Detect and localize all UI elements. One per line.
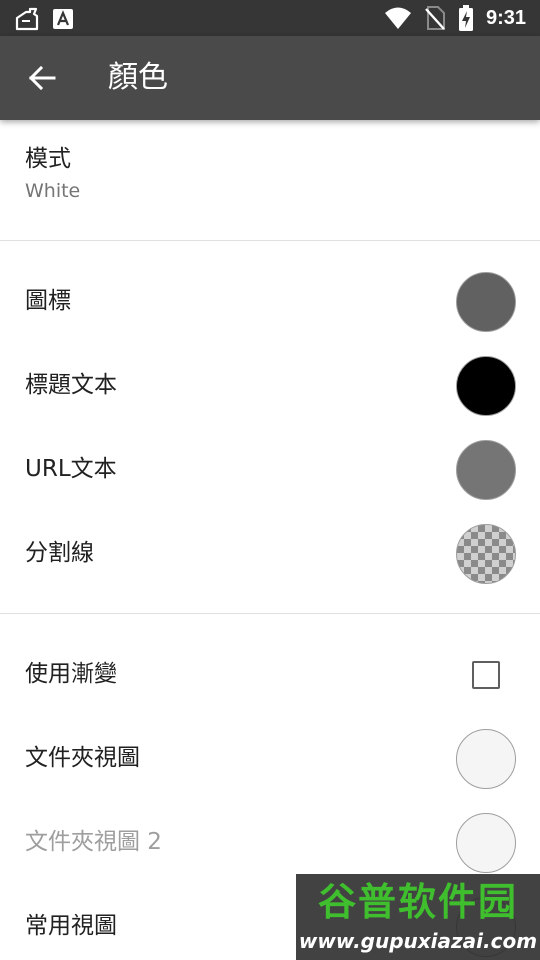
divider-color-setting[interactable]: 分割線 bbox=[0, 511, 540, 595]
folder-view-color-setting[interactable]: 文件夾視圖 bbox=[0, 716, 540, 800]
mode-setting[interactable]: 模式 White bbox=[0, 120, 540, 240]
arrow-left-icon bbox=[28, 65, 56, 91]
divider-color-swatch[interactable] bbox=[456, 524, 516, 584]
watermark-url-text: www.gupuxiazai.com bbox=[298, 929, 538, 953]
title-text-color-setting[interactable]: 標題文本 bbox=[0, 343, 540, 427]
font-a-icon bbox=[53, 9, 73, 29]
url-text-color-swatch[interactable] bbox=[456, 440, 516, 500]
watermark-logo: 谷普软件园 www.gupuxiazai.com bbox=[296, 874, 540, 960]
folder-view-2-color-label: 文件夾視圖 2 bbox=[25, 829, 162, 855]
app-notification-icon bbox=[15, 7, 39, 31]
icon-color-setting[interactable]: 圖標 bbox=[0, 259, 540, 343]
divider-color-label: 分割線 bbox=[25, 540, 94, 566]
battery-charging-icon bbox=[458, 5, 473, 31]
page-title: 顏色 bbox=[108, 60, 168, 95]
status-time: 9:31 bbox=[485, 7, 526, 29]
common-view-color-label: 常用視圖 bbox=[25, 913, 117, 939]
folder-view-color-label: 文件夾視圖 bbox=[25, 745, 140, 771]
app-bar: 顏色 bbox=[0, 36, 540, 120]
mode-label: 模式 bbox=[25, 146, 71, 172]
status-right-icons: 9:31 bbox=[384, 4, 526, 32]
url-text-color-label: URL文本 bbox=[25, 456, 117, 482]
url-text-color-setting[interactable]: URL文本 bbox=[0, 427, 540, 511]
title-text-color-label: 標題文本 bbox=[25, 372, 117, 398]
status-bar: 9:31 bbox=[0, 0, 540, 36]
status-left-icons bbox=[14, 6, 74, 32]
use-gradient-setting[interactable]: 使用漸變 bbox=[0, 632, 540, 716]
no-sim-icon bbox=[425, 6, 445, 30]
title-text-color-swatch[interactable] bbox=[456, 356, 516, 416]
icon-color-swatch[interactable] bbox=[456, 272, 516, 332]
mode-value: White bbox=[25, 180, 81, 202]
folder-view-2-color-setting: 文件夾視圖 2 bbox=[0, 800, 540, 884]
settings-list: 模式 White 圖標 標題文本 URL文本 分割線 使用漸變 文件夾視圖 文件… bbox=[0, 120, 540, 960]
use-gradient-checkbox[interactable] bbox=[472, 661, 500, 689]
wifi-icon bbox=[384, 7, 411, 29]
icon-color-label: 圖標 bbox=[25, 288, 71, 314]
folder-view-color-swatch[interactable] bbox=[456, 729, 516, 789]
use-gradient-label: 使用漸變 bbox=[25, 661, 117, 687]
watermark-main-text: 谷普软件园 bbox=[317, 880, 518, 924]
back-button[interactable] bbox=[18, 54, 66, 102]
folder-view-2-color-swatch bbox=[456, 813, 516, 873]
